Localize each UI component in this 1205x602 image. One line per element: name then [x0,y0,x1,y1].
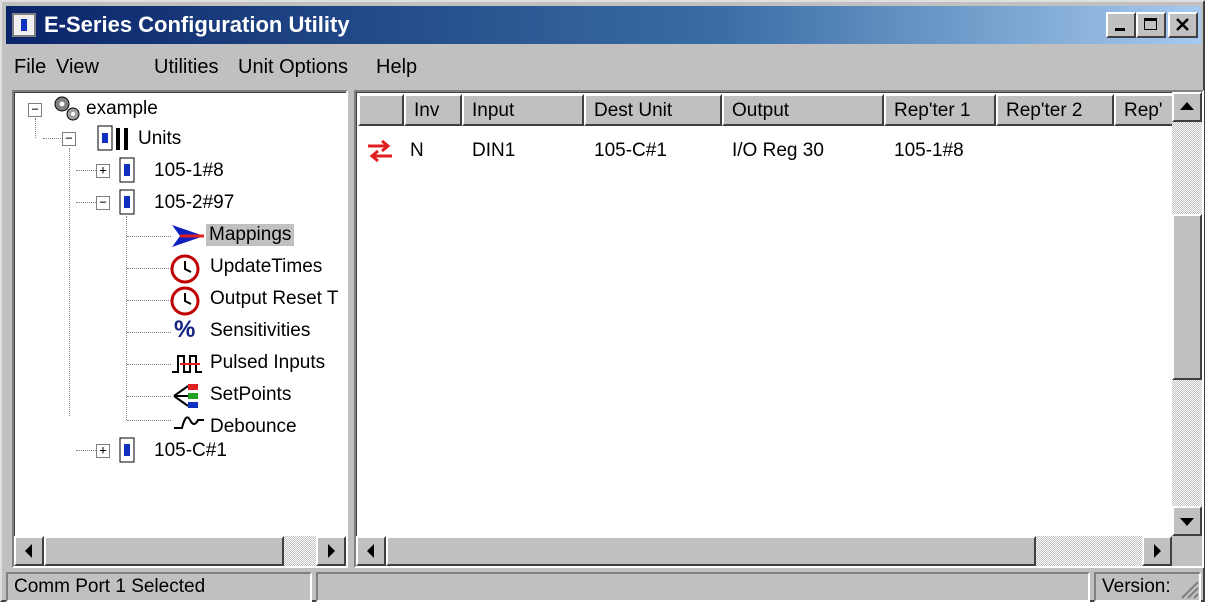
app-icon[interactable] [12,13,36,37]
gears-icon [54,96,80,121]
expand-toggle[interactable]: + [96,444,110,458]
tree-item-setpoints[interactable]: SetPoints [210,384,291,406]
column-header-output[interactable]: Output [722,94,884,126]
mappings-arrow-icon [172,225,204,247]
column-header-repter-3[interactable]: Rep' [1114,94,1174,126]
app-window: E-Series Configuration Utility File View… [0,0,1205,602]
arrow-right-icon [1154,544,1161,558]
resize-grip-icon[interactable] [1178,578,1200,600]
percent-icon: % [174,316,196,343]
debounce-icon [174,416,204,429]
collapse-toggle[interactable]: − [96,196,110,210]
scroll-left-button[interactable] [356,536,386,566]
menu-file[interactable]: File [14,56,46,79]
mappings-list[interactable]: Inv Input Dest Unit Output Rep'ter 1 Rep… [354,90,1204,568]
expand-toggle[interactable]: + [96,164,110,178]
arrow-up-icon [1180,102,1194,110]
arrow-down-icon [1180,518,1194,526]
menu-bar: File View Utilities Unit Options Help [6,50,1201,86]
tree-item-mappings[interactable]: Mappings [206,224,295,246]
tree-item-pulsed-inputs[interactable]: Pulsed Inputs [210,352,325,374]
column-header-dest-unit[interactable]: Dest Unit [584,94,722,126]
pulse-icon [172,355,202,373]
tree-item-output-reset[interactable]: Output Reset T [210,288,339,310]
collapse-toggle[interactable]: − [28,103,42,117]
tree-item-updatetimes[interactable]: UpdateTimes [210,256,322,278]
clock-icon [170,254,200,284]
menu-unit-options[interactable]: Unit Options [238,56,348,79]
device-icon [119,437,135,463]
column-header-inv[interactable]: Inv [404,94,462,126]
maximize-button[interactable] [1136,12,1166,38]
device-icon [119,189,135,215]
close-button[interactable] [1168,12,1198,38]
scroll-up-button[interactable] [1172,92,1202,122]
tree-units[interactable]: Units [138,128,181,150]
scroll-thumb[interactable] [386,536,1036,566]
scroll-thumb[interactable] [44,536,284,566]
column-header-repter-2[interactable]: Rep'ter 2 [996,94,1114,126]
cell-input: DIN1 [472,140,516,161]
menu-view[interactable]: View [56,56,99,79]
column-header-input[interactable]: Input [462,94,584,126]
title-bar[interactable]: E-Series Configuration Utility [6,6,1201,44]
status-comm-port: Comm Port 1 Selected [6,572,312,602]
scroll-left-button[interactable] [14,536,44,566]
clock-icon [170,286,200,316]
menu-utilities[interactable]: Utilities [154,56,218,79]
tree-unit-105-2-97[interactable]: 105-2#97 [154,192,234,214]
window-title: E-Series Configuration Utility [44,12,350,37]
column-header-repter-1[interactable]: Rep'ter 1 [884,94,996,126]
arrow-left-icon [25,544,32,558]
units-icon [97,125,128,151]
maximize-icon [1144,18,1157,30]
collapse-toggle[interactable]: − [62,132,76,146]
cell-dest-unit: 105-C#1 [594,140,667,161]
arrow-left-icon [367,544,374,558]
setpoints-icon [173,384,198,408]
tree-view[interactable]: − example − Units + 105-1#8 − 105-2#97 M… [12,90,348,568]
minimize-button[interactable] [1106,12,1136,38]
cell-output: I/O Reg 30 [732,140,824,161]
close-icon [1176,18,1189,31]
scroll-corner [1172,536,1202,566]
minimize-icon [1115,28,1125,31]
status-middle [316,572,1090,602]
arrow-right-icon [328,544,335,558]
tree-root-example[interactable]: example [86,98,158,120]
scroll-right-button[interactable] [1142,536,1172,566]
scroll-thumb[interactable] [1172,214,1202,380]
cell-repter-1: 105-1#8 [894,140,964,161]
column-header-icon[interactable] [358,94,404,126]
tree-unit-105-1-8[interactable]: 105-1#8 [154,160,224,182]
cell-inv: N [410,140,424,161]
tree-item-sensitivities[interactable]: Sensitivities [210,320,310,342]
tree-unit-105-c-1[interactable]: 105-C#1 [154,440,227,462]
menu-help[interactable]: Help [376,56,417,79]
mapping-arrows-icon [368,139,392,163]
scroll-right-button[interactable] [316,536,346,566]
scroll-down-button[interactable] [1172,506,1202,536]
device-icon [119,157,135,183]
tree-item-debounce[interactable]: Debounce [210,416,297,438]
